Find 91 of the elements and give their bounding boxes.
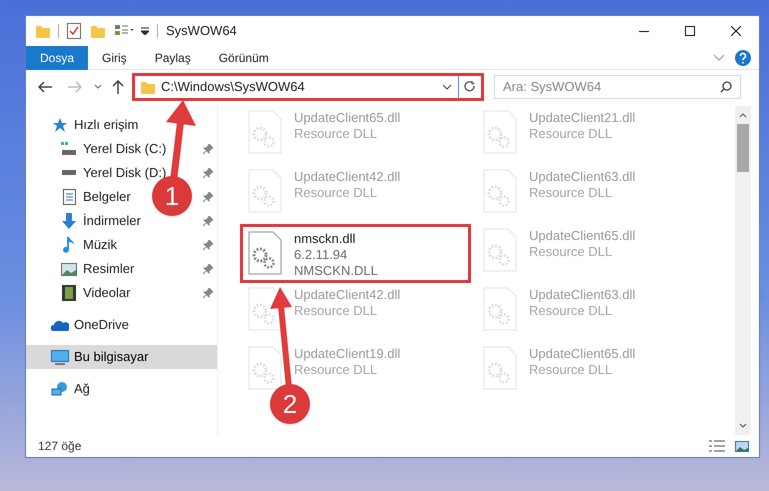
expand-ribbon-icon[interactable] [713,54,725,62]
file-name: UpdateClient65.dll [529,228,636,244]
drive-icon [61,142,77,156]
file-name: UpdateClient63.dll [529,169,636,185]
file-gears-icon [248,110,282,154]
file-detail: Resource DLL [294,185,378,201]
file-name: UpdateClient65.dll [529,346,636,362]
search-icon[interactable] [720,81,732,93]
sidebar-item[interactable]: Müzik [59,233,117,257]
address-path: C:\Windows\SysWOW64 [161,78,306,96]
properties-icon[interactable] [67,23,81,39]
folder-icon [36,24,50,38]
scrollbar-thumb[interactable] [737,124,749,172]
file-detail: Resource DLL [529,303,614,319]
address-bar[interactable]: C:\Windows\SysWOW64 [132,73,484,101]
file-detail: Resource DLL [529,362,614,378]
pin-icon[interactable] [203,168,213,178]
file-name: nmsckn.dll [294,231,356,247]
back-arrow-icon[interactable] [38,81,52,93]
view-options-icon[interactable] [115,25,135,37]
folder-icon [141,80,155,94]
sidebar-item[interactable]: Ağ [50,377,90,401]
file-detail: Resource DLL [529,185,614,201]
drive-icon [61,170,77,176]
sidebar-item[interactable]: OneDrive [50,313,129,337]
file-tile[interactable]: nmsckn.dll 6.2.11.94 NMSCKN.DLL [240,224,471,283]
file-gears-icon [483,346,517,390]
file-name: UpdateClient63.dll [529,287,636,303]
file-detail: Resource DLL [529,244,614,260]
pin-icon[interactable] [203,288,213,298]
recent-dropdown-icon[interactable] [94,84,102,90]
refresh-icon[interactable] [464,81,476,93]
file-name: UpdateClient42.dll [294,287,400,303]
file-gears-icon [248,231,282,275]
large-icons-view-icon[interactable] [735,440,749,452]
search-input[interactable]: Ara: SysWOW64 [503,77,720,97]
item-count: 127 öğe [38,438,82,455]
down-arrow-icon [61,213,77,229]
file-detail: 6.2.11.94 [294,247,348,263]
sidebar-item[interactable]: Videolar [59,281,130,305]
minimize-icon [639,30,649,32]
sidebar-item[interactable]: Yerel Disk (C:) [59,137,166,161]
maximize-icon [685,26,695,36]
close-icon [731,26,741,36]
ribbon-tab[interactable]: Dosya [26,46,88,70]
file-name: UpdateClient21.dll [529,110,636,126]
file-gears-icon [483,169,517,213]
sidebar-item[interactable]: Bu bilgisayar [50,345,148,369]
pin-icon[interactable] [203,144,213,154]
cloud-icon [51,320,69,330]
scroll-up-icon[interactable] [739,112,747,118]
picture-icon [61,262,77,276]
monitor-icon [51,350,69,364]
ribbon-tab[interactable]: Görünüm [204,46,283,70]
ribbon-tab[interactable]: Paylaş [140,46,205,70]
file-detail: Resource DLL [529,126,614,142]
sidebar-item[interactable]: Hızlı erişim [50,113,138,137]
scroll-down-icon[interactable] [739,423,747,429]
file-name: UpdateClient19.dll [294,346,400,362]
file-gears-icon [248,346,282,390]
pin-icon[interactable] [203,216,213,226]
file-name: UpdateClient65.dll [294,110,400,126]
window-title: SysWOW64 [166,22,237,40]
file-detail: NMSCKN.DLL [294,263,378,279]
file-name: UpdateClient42.dll [294,169,400,185]
film-icon [62,285,76,301]
dropdown-icon[interactable] [442,84,452,90]
file-detail: Resource DLL [294,303,378,319]
dropdown-icon[interactable] [141,27,149,35]
file-gears-icon [483,228,517,272]
file-gears-icon [483,287,517,331]
details-view-icon[interactable] [709,440,725,452]
file-detail: Resource DLL [294,362,378,378]
file-gears-icon [483,110,517,154]
document-icon [62,189,76,205]
network-icon [51,381,69,397]
sidebar-item[interactable]: Belgeler [59,185,131,209]
file-detail: Resource DLL [294,126,378,142]
sidebar-item[interactable]: İndirmeler [59,209,141,233]
up-arrow-icon[interactable] [112,80,124,94]
help-icon[interactable] [735,50,751,66]
ribbon-tab[interactable]: Giriş [88,46,141,70]
sidebar-item[interactable]: Resimler [59,257,134,281]
star-icon [52,117,68,133]
pin-icon[interactable] [203,264,213,274]
search-field[interactable]: Ara: SysWOW64 [494,75,741,99]
file-gears-icon [248,169,282,213]
pin-icon[interactable] [203,192,213,202]
pin-icon[interactable] [203,240,213,250]
music-note-icon [63,237,75,253]
scrollbar[interactable] [735,106,751,435]
